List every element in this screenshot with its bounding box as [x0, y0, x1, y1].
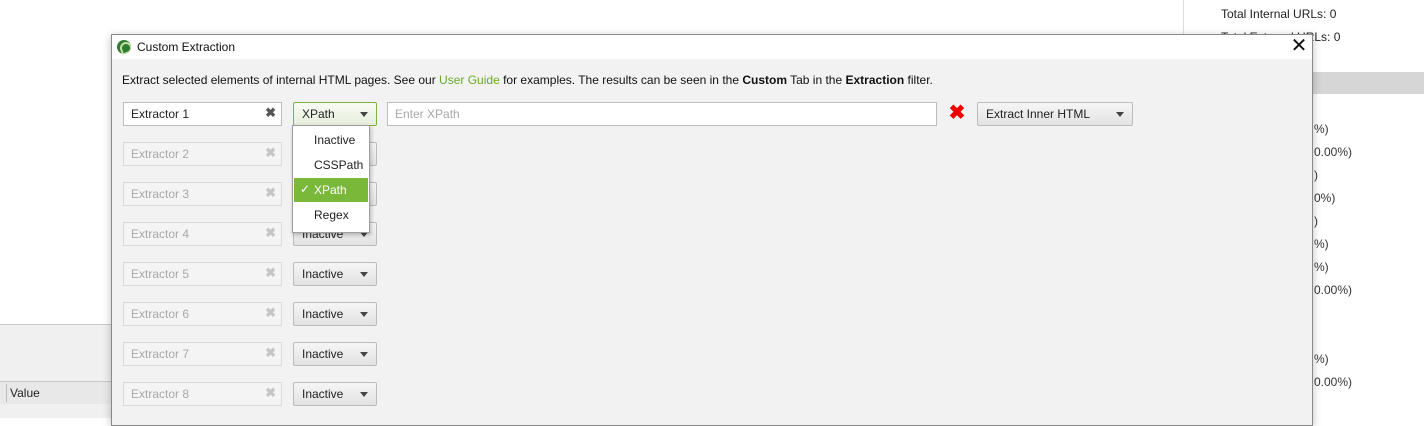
clear-icon[interactable]: ✖: [265, 345, 276, 361]
extractor-name-value: Extractor 5: [131, 267, 190, 281]
info-text: Extract selected elements of internal HT…: [122, 73, 440, 87]
extractor-type-value: Inactive: [302, 347, 344, 361]
overview-percent: %): [1314, 122, 1329, 136]
extraction-info-text: Extract selected elements of internal HT…: [122, 73, 933, 87]
extractor-row-7: Extractor 7 ✖ Inactive: [112, 342, 1312, 366]
user-guide-link[interactable]: User Guide: [439, 73, 500, 87]
extractor-type-value: Inactive: [302, 307, 344, 321]
info-text: filter.: [904, 73, 933, 87]
extractor-name-field[interactable]: Extractor 2 ✖: [123, 142, 282, 166]
extractor-row-6: Extractor 6 ✖ Inactive: [112, 302, 1312, 326]
chevron-down-icon: [1116, 112, 1124, 117]
extractor-name-field[interactable]: Extractor 7 ✖: [123, 342, 282, 366]
extractor-type-value: XPath: [302, 107, 335, 121]
details-table-header: Value: [0, 381, 112, 404]
delete-icon[interactable]: ✖: [948, 102, 966, 124]
clear-icon[interactable]: ✖: [265, 305, 276, 321]
option-label: Regex: [314, 208, 349, 222]
extractor-type-value: Inactive: [302, 267, 344, 281]
clear-icon[interactable]: ✖: [265, 105, 276, 121]
extractor-name-field[interactable]: Extractor 6 ✖: [123, 302, 282, 326]
dialog-title: Custom Extraction: [137, 40, 236, 54]
overview-percent: %): [1314, 352, 1329, 366]
dropdown-option-regex[interactable]: Regex: [294, 203, 368, 227]
dropdown-option-inactive[interactable]: Inactive: [294, 128, 368, 152]
info-text: Tab in the: [787, 73, 846, 87]
extractor-name-field[interactable]: Extractor 4 ✖: [123, 222, 282, 246]
clear-icon[interactable]: ✖: [265, 385, 276, 401]
info-text: for examples. The results can be seen in…: [499, 73, 743, 87]
dropdown-option-csspath[interactable]: CSSPath: [294, 153, 368, 177]
extractor-name-field[interactable]: Extractor 1 ✖: [123, 102, 282, 126]
clear-icon[interactable]: ✖: [265, 145, 276, 161]
close-button[interactable]: ✕: [1288, 36, 1310, 58]
extractor-type-select[interactable]: Inactive: [293, 302, 377, 326]
extract-mode-select[interactable]: Extract Inner HTML: [977, 102, 1133, 126]
clear-icon[interactable]: ✖: [265, 225, 276, 241]
chevron-down-icon: [360, 272, 368, 277]
extractor-name-field[interactable]: Extractor 8 ✖: [123, 382, 282, 406]
extractor-name-value: Extractor 6: [131, 307, 190, 321]
extract-mode-value: Extract Inner HTML: [986, 107, 1091, 121]
chevron-down-icon: [360, 392, 368, 397]
chevron-down-icon: [360, 112, 368, 117]
overview-percent: %): [1314, 237, 1329, 251]
extraction-filter-label: Extraction: [845, 73, 905, 87]
extractor-name-field[interactable]: Extractor 3 ✖: [123, 182, 282, 206]
overview-percent: 0.00%): [1314, 145, 1353, 159]
extractor-name-value: Extractor 2: [131, 147, 190, 161]
overview-percent: 0.00%): [1314, 283, 1353, 297]
extractor-row-5: Extractor 5 ✖ Inactive: [112, 262, 1312, 286]
xpath-expression-input[interactable]: Enter XPath: [387, 102, 937, 126]
xpath-placeholder: Enter XPath: [395, 107, 460, 121]
extractor-type-dropdown: Inactive CSSPath ✓ XPath Regex: [292, 125, 370, 233]
overview-percent: ): [1314, 168, 1318, 182]
extractor-name-value: Extractor 3: [131, 187, 190, 201]
overview-percent: ): [1314, 214, 1318, 228]
checkmark-icon: ✓: [300, 182, 311, 196]
extractor-name-field[interactable]: Extractor 5 ✖: [123, 262, 282, 286]
chevron-down-icon: [360, 312, 368, 317]
custom-tab-label: Custom: [742, 73, 787, 87]
extractor-name-value: Extractor 4: [131, 227, 190, 241]
overview-percent: 0.00%): [1314, 375, 1353, 389]
overview-percent: %): [1314, 260, 1329, 274]
option-label: CSSPath: [314, 158, 364, 172]
extractor-row-8: Extractor 8 ✖ Inactive: [112, 382, 1312, 406]
overview-percent: 0%): [1314, 191, 1336, 205]
chevron-down-icon: [360, 352, 368, 357]
extractor-type-select[interactable]: Inactive: [293, 382, 377, 406]
custom-extraction-dialog: Custom Extraction ✕ Extract selected ele…: [111, 34, 1313, 426]
extractor-type-value: Inactive: [302, 387, 344, 401]
extractor-type-select[interactable]: Inactive: [293, 342, 377, 366]
extractor-type-select[interactable]: XPath: [293, 102, 377, 126]
total-internal-urls: Total Internal URLs: 0: [1221, 7, 1337, 21]
extractor-name-value: Extractor 7: [131, 347, 190, 361]
dropdown-option-xpath[interactable]: ✓ XPath: [294, 178, 368, 202]
app-logo-icon: [117, 40, 131, 54]
extractor-type-select[interactable]: Inactive: [293, 262, 377, 286]
column-header-value[interactable]: Value: [10, 386, 40, 400]
option-label: Inactive: [314, 133, 356, 147]
column-separator: [6, 384, 7, 402]
dialog-titlebar[interactable]: Custom Extraction ✕: [112, 35, 1312, 59]
details-table: Value: [0, 324, 112, 418]
clear-icon[interactable]: ✖: [265, 265, 276, 281]
clear-icon[interactable]: ✖: [265, 185, 276, 201]
extractor-name-value: Extractor 1: [131, 107, 190, 121]
extractor-name-value: Extractor 8: [131, 387, 190, 401]
extractor-row-1: Extractor 1 ✖ XPath Enter XPath ✖ Extrac…: [112, 102, 1312, 126]
option-label: XPath: [314, 183, 347, 197]
